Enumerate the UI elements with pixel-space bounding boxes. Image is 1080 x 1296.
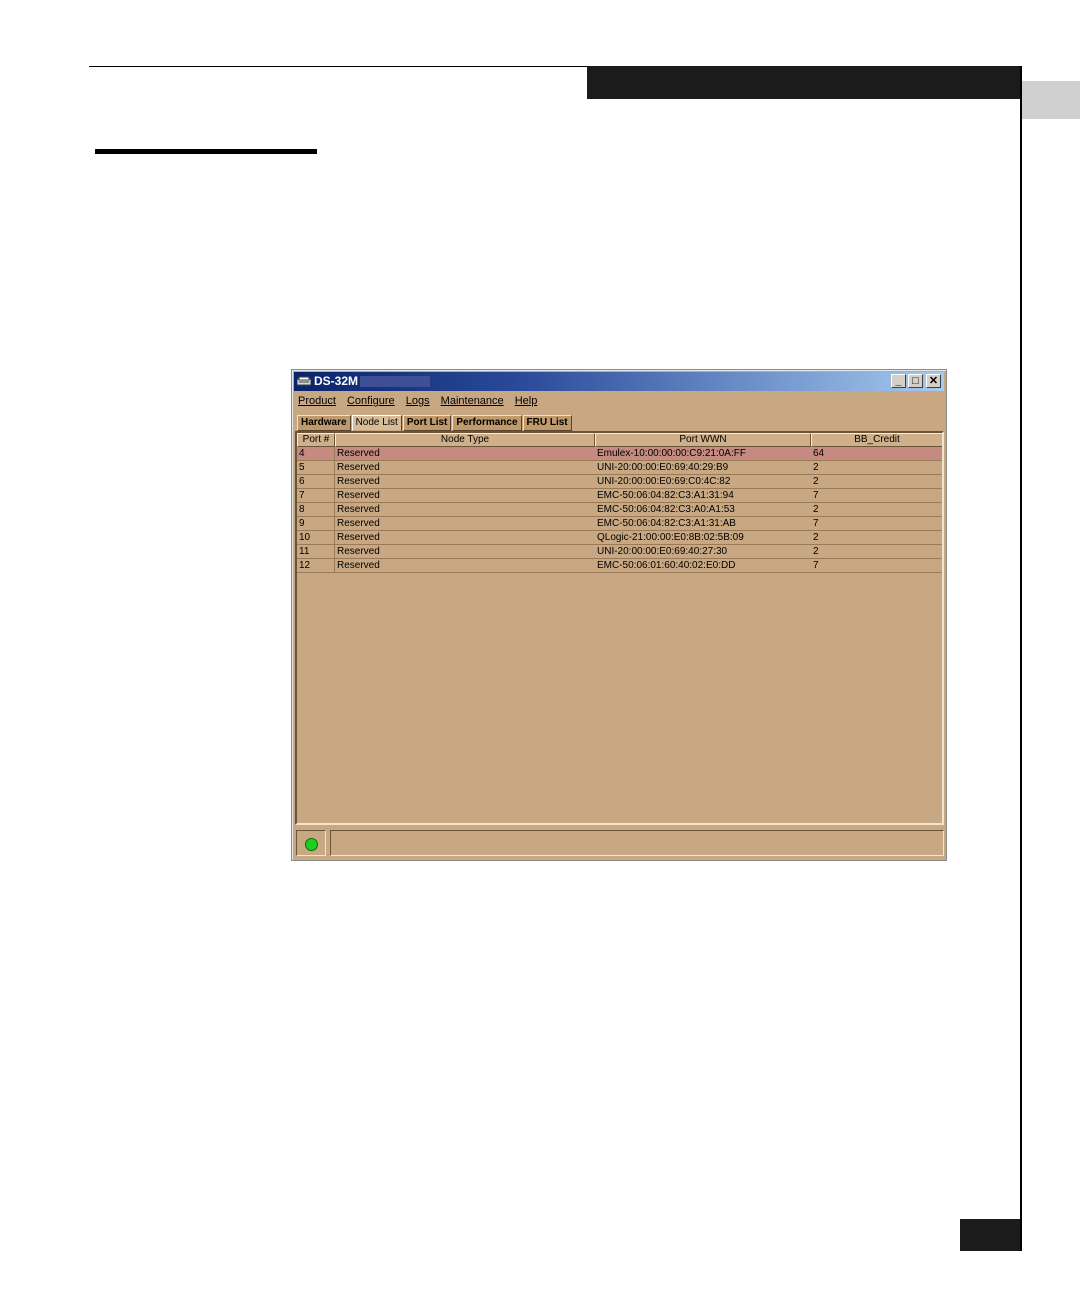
cell-bb-credit: 2 xyxy=(813,462,819,473)
table-row[interactable]: 7 Reserved EMC-50:06:04:82:C3:A1:31:94 7 xyxy=(297,489,942,503)
redacted-title-suffix xyxy=(360,376,430,387)
table-body: 4 Reserved Emulex-10:00:00:00:C9:21:0A:FF 6… xyxy=(297,447,942,573)
switch-icon xyxy=(297,376,311,386)
cell-bb-credit: 2 xyxy=(813,504,819,515)
status-led-icon xyxy=(305,838,318,851)
cell-port-wwn: UNI-20:00:00:E0:69:40:27:30 xyxy=(597,546,728,557)
table-header: Port # Node Type Port WWN BB_Credit xyxy=(297,433,942,447)
cell-node-type: Reserved xyxy=(337,476,380,487)
tab-node-list[interactable]: Node List xyxy=(351,415,402,431)
table-row[interactable]: 5 Reserved UNI-20:00:00:E0:69:40:29:B9 2 xyxy=(297,461,942,475)
cell-port-wwn: QLogic-21:00:00:E0:8B:02:5B:09 xyxy=(597,532,744,543)
cell-bb-credit: 7 xyxy=(813,490,819,501)
cell-port-wwn: Emulex-10:00:00:00:C9:21:0A:FF xyxy=(597,448,746,459)
cell-node-type: Reserved xyxy=(337,462,380,473)
table-row[interactable]: 10 Reserved QLogic-21:00:00:E0:8B:02:5B:09… xyxy=(297,531,942,545)
table-row[interactable]: 6 Reserved UNI-20:00:00:E0:69:C0:4C:82 2 xyxy=(297,475,942,489)
cell-node-type: Reserved xyxy=(337,560,380,571)
table-row[interactable]: 4 Reserved Emulex-10:00:00:00:C9:21:0A:FF 6… xyxy=(297,447,942,461)
cell-port-wwn: UNI-20:00:00:E0:69:C0:4C:82 xyxy=(597,476,731,487)
column-header-port[interactable]: Port # xyxy=(297,433,335,447)
status-indicator-box xyxy=(296,830,326,856)
tab-hardware[interactable]: Hardware xyxy=(297,415,351,431)
menu-bar: Product Configure Logs Maintenance Help xyxy=(298,395,545,411)
cell-port: 9 xyxy=(297,517,335,530)
column-header-node-type[interactable]: Node Type xyxy=(335,433,595,447)
cell-bb-credit: 2 xyxy=(813,532,819,543)
status-bar xyxy=(295,829,945,859)
cell-bb-credit: 7 xyxy=(813,518,819,529)
tab-fru-list[interactable]: FRU List xyxy=(522,415,572,431)
cell-node-type: Reserved xyxy=(337,518,380,529)
cell-port: 11 xyxy=(297,545,335,558)
cell-port: 8 xyxy=(297,503,335,516)
table-row[interactable]: 9 Reserved EMC-50:06:04:82:C3:A1:31:AB 7 xyxy=(297,517,942,531)
cell-node-type: Reserved xyxy=(337,448,380,459)
column-header-port-wwn[interactable]: Port WWN xyxy=(595,433,811,447)
cell-port-wwn: EMC-50:06:04:82:C3:A0:A1:53 xyxy=(597,504,735,515)
cell-port: 10 xyxy=(297,531,335,544)
cell-port: 6 xyxy=(297,475,335,488)
cell-node-type: Reserved xyxy=(337,532,380,543)
cell-port: 12 xyxy=(297,559,335,572)
cell-node-type: Reserved xyxy=(337,504,380,515)
window-title: DS-32M xyxy=(314,374,359,388)
menu-configure[interactable]: Configure xyxy=(347,395,395,407)
menu-help[interactable]: Help xyxy=(515,395,538,407)
table-row[interactable]: 11 Reserved UNI-20:00:00:E0:69:40:27:30 2 xyxy=(297,545,942,559)
cell-port: 7 xyxy=(297,489,335,502)
maximize-button[interactable]: □ xyxy=(908,374,923,388)
page-edge-rule xyxy=(1020,66,1022,1251)
title-bar[interactable]: DS-32M _ □ ✕ xyxy=(294,372,944,391)
tab-port-list[interactable]: Port List xyxy=(402,415,452,431)
page-number-tab xyxy=(960,1219,1020,1251)
table-row[interactable]: 12 Reserved EMC-50:06:01:60:40:02:E0:DD 7 xyxy=(297,559,942,573)
cell-bb-credit: 64 xyxy=(813,448,825,459)
cell-port-wwn: UNI-20:00:00:E0:69:40:29:B9 xyxy=(597,462,729,473)
cell-port-wwn: EMC-50:06:01:60:40:02:E0:DD xyxy=(597,560,736,571)
cell-bb-credit: 2 xyxy=(813,476,819,487)
cell-bb-credit: 2 xyxy=(813,546,819,557)
column-header-bb-credit[interactable]: BB_Credit xyxy=(811,433,942,447)
cell-port-wwn: EMC-50:06:04:82:C3:A1:31:94 xyxy=(597,490,734,501)
table-row[interactable]: 8 Reserved EMC-50:06:04:82:C3:A0:A1:53 2 xyxy=(297,503,942,517)
cell-port: 4 xyxy=(297,447,335,460)
app-window: DS-32M _ □ ✕ Product Configure Logs Main… xyxy=(291,369,947,861)
cell-node-type: Reserved xyxy=(337,546,380,557)
status-message xyxy=(330,830,944,856)
tab-performance[interactable]: Performance xyxy=(452,415,522,431)
tab-strip: Hardware Node List Port List Performance… xyxy=(297,415,573,431)
menu-logs[interactable]: Logs xyxy=(406,395,430,407)
menu-maintenance[interactable]: Maintenance xyxy=(441,395,504,407)
section-heading-rule xyxy=(95,149,317,154)
menu-product[interactable]: Product xyxy=(298,395,336,407)
cell-bb-credit: 7 xyxy=(813,560,819,571)
cell-node-type: Reserved xyxy=(337,490,380,501)
chapter-side-tab xyxy=(1021,81,1080,119)
minimize-button[interactable]: _ xyxy=(891,374,906,388)
node-list-table: Port # Node Type Port WWN BB_Credit 4 Res… xyxy=(295,431,944,825)
chapter-header-bar xyxy=(587,66,1021,99)
cell-port: 5 xyxy=(297,461,335,474)
cell-port-wwn: EMC-50:06:04:82:C3:A1:31:AB xyxy=(597,518,736,529)
close-button[interactable]: ✕ xyxy=(926,374,941,388)
